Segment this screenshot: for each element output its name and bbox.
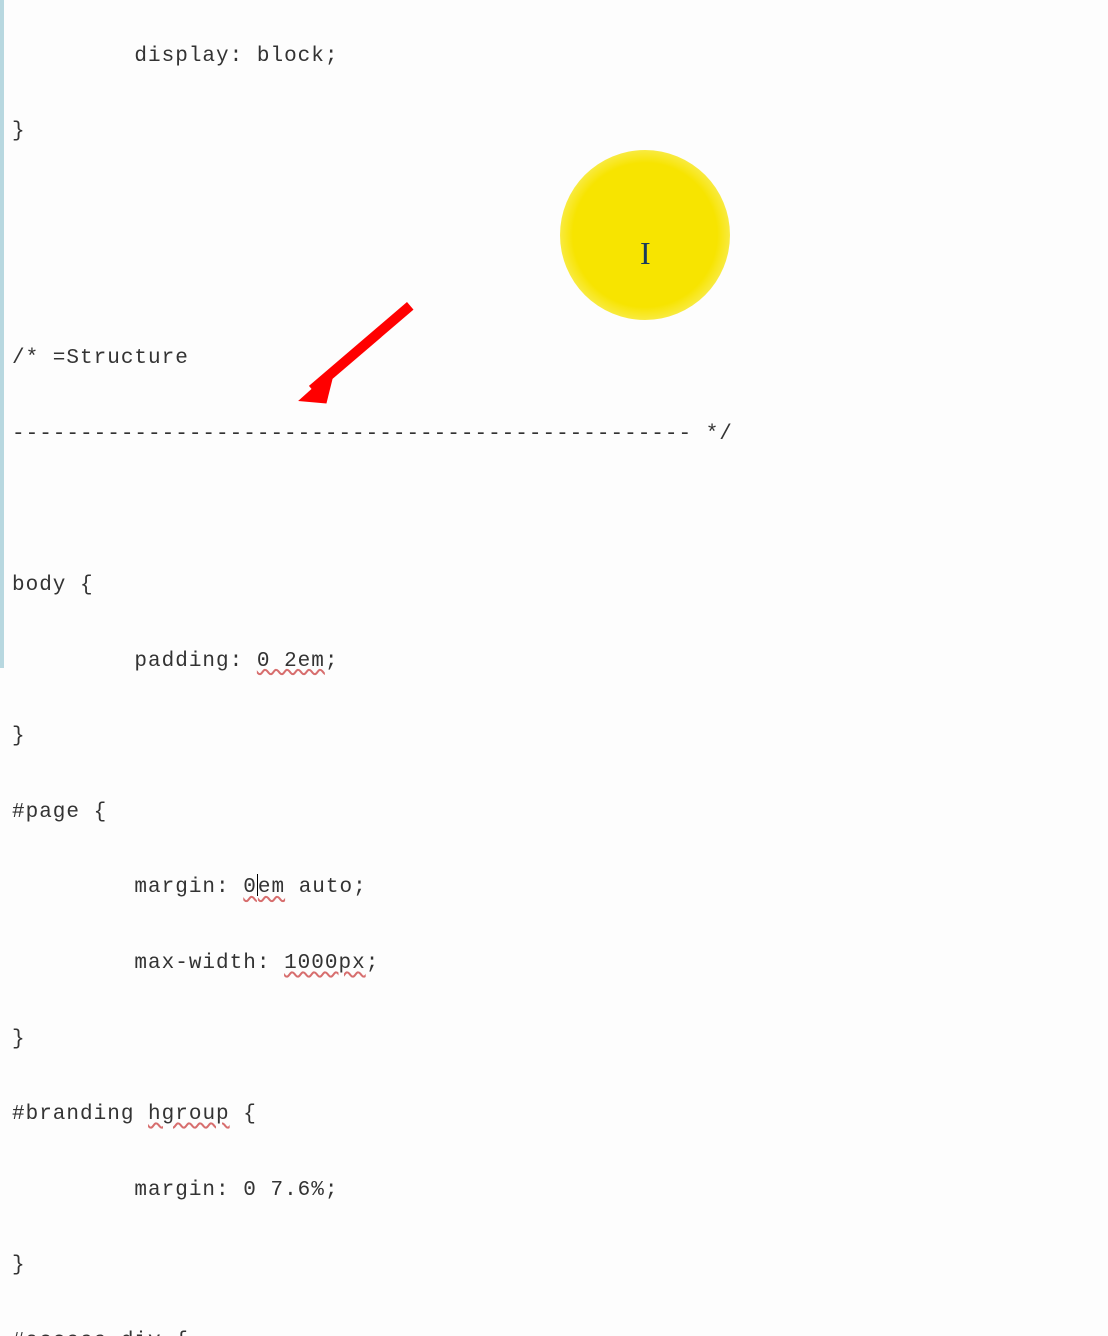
- code-line[interactable]: #access div {: [12, 1323, 1108, 1336]
- code-line[interactable]: [12, 265, 1108, 303]
- annotation-arrow: [290, 294, 440, 431]
- code-line[interactable]: display: block;: [12, 38, 1108, 76]
- code-line[interactable]: }: [12, 1021, 1108, 1059]
- code-line[interactable]: }: [12, 1247, 1108, 1285]
- code-line[interactable]: margin: 0em auto;: [12, 869, 1108, 907]
- text-caret: [257, 874, 258, 896]
- code-value-edited: 0em: [243, 876, 285, 899]
- code-line[interactable]: #page {: [12, 794, 1108, 832]
- text-cursor-icon: I: [640, 225, 651, 283]
- code-line[interactable]: margin: 0 7.6%;: [12, 1172, 1108, 1210]
- code-line[interactable]: body {: [12, 567, 1108, 605]
- code-line[interactable]: padding: 0 2em;: [12, 643, 1108, 681]
- code-line[interactable]: }: [12, 113, 1108, 151]
- code-value: 1000px: [284, 952, 366, 975]
- code-line[interactable]: [12, 491, 1108, 529]
- editor-left-border: [0, 0, 4, 668]
- code-editor[interactable]: display: block; } /* =Structure --------…: [12, 0, 1108, 1336]
- code-line[interactable]: /* =Structure: [12, 340, 1108, 378]
- code-line[interactable]: ----------------------------------------…: [12, 416, 1108, 454]
- code-line[interactable]: #branding hgroup {: [12, 1096, 1108, 1134]
- code-value: 0 2em: [257, 650, 325, 673]
- code-line[interactable]: }: [12, 718, 1108, 756]
- code-line[interactable]: max-width: 1000px;: [12, 945, 1108, 983]
